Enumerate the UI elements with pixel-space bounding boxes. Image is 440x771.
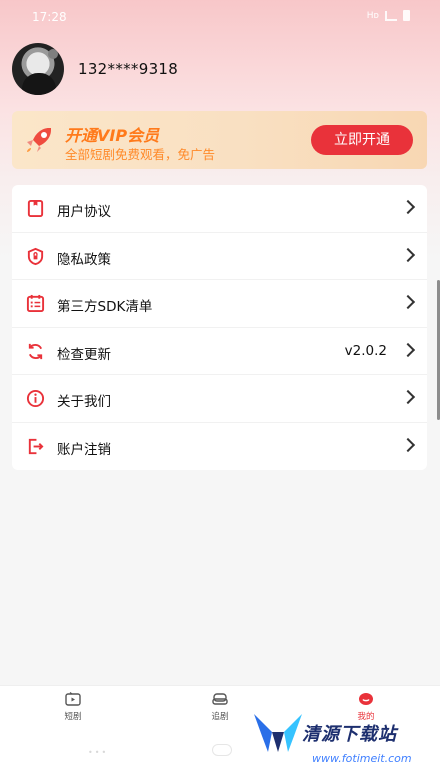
tv-icon <box>65 692 81 706</box>
app-version: v2.0.2 <box>344 342 387 359</box>
battery-icon <box>403 10 410 21</box>
watermark-url: www.fotimeit.com <box>312 752 412 765</box>
shield-icon <box>27 247 44 265</box>
vip-banner[interactable]: 开通VIP会员 全部短剧免费观看，免广告 立即开通 <box>12 111 427 169</box>
menu-item-privacy-policy[interactable]: 隐私政策 <box>12 233 427 281</box>
chevron-right-icon <box>400 295 416 310</box>
menu-item-label: 隐私政策 <box>57 251 111 268</box>
chevron-right-icon <box>400 199 416 215</box>
menu-item-label: 账户注销 <box>57 441 111 458</box>
network-label: Hᴅ <box>366 10 379 21</box>
status-time: 17:28 <box>32 10 67 24</box>
watermark-text: 清源下载站 <box>302 724 397 745</box>
info-icon <box>26 390 45 408</box>
menu-item-delete-account[interactable]: 账户注销 <box>12 423 427 470</box>
menu-item-label: 检查更新 <box>57 346 111 363</box>
list-icon <box>26 295 45 313</box>
sofa-icon <box>212 693 228 705</box>
logout-icon <box>28 438 44 455</box>
menu-item-about-us[interactable]: 关于我们 <box>12 375 427 423</box>
vip-open-button[interactable]: 立即开通 <box>311 125 413 155</box>
watermark-logo-icon <box>254 714 302 752</box>
avatar[interactable] <box>12 43 64 95</box>
menu-item-sdk-list[interactable]: 第三方SDK清单 <box>12 280 427 328</box>
chevron-right-icon <box>400 247 416 262</box>
nav-dots: ••• <box>88 748 109 757</box>
document-icon <box>27 199 44 218</box>
menu-item-check-update[interactable]: 检查更新 v2.0.2 <box>12 328 427 376</box>
profile-icon <box>359 693 373 705</box>
menu-item-label: 第三方SDK清单 <box>57 299 153 316</box>
watermark: 清源下载站 www.fotimeit.com <box>250 708 440 770</box>
user-phone: 132****9318 <box>78 60 179 78</box>
tab-short-drama[interactable]: 短剧 <box>33 692 113 722</box>
menu-item-label: 关于我们 <box>57 394 111 411</box>
chevron-right-icon <box>400 342 416 357</box>
menu-item-label: 用户协议 <box>57 204 111 220</box>
tab-label: 追剧 <box>211 712 229 722</box>
vip-subtitle: 全部短剧免费观看，免广告 <box>65 147 216 162</box>
rocket-icon <box>27 128 51 152</box>
refresh-icon <box>28 343 43 359</box>
tab-label: 短剧 <box>64 712 82 722</box>
menu-item-user-agreement[interactable]: 用户协议 <box>12 185 427 233</box>
chevron-right-icon <box>400 437 416 453</box>
signal-icon <box>385 10 397 21</box>
settings-menu: 用户协议 隐私政策 第三方SDK清单 检查更新 v2.0.2 关于我们 账户注销 <box>12 185 427 470</box>
chevron-right-icon <box>400 390 416 405</box>
vip-title: 开通VIP会员 <box>65 126 160 145</box>
tab-following[interactable]: 追剧 <box>180 692 260 722</box>
status-bar: 17:28 Hᴅ <box>0 0 440 34</box>
home-indicator[interactable] <box>212 744 232 756</box>
status-icons: Hᴅ <box>367 10 410 21</box>
